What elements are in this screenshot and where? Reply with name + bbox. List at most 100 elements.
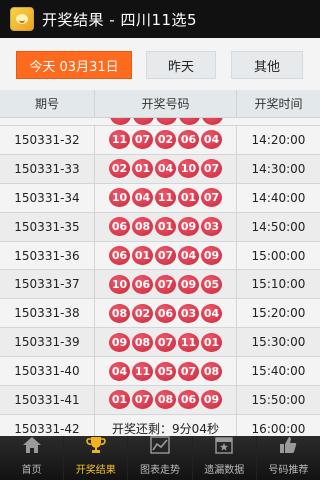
numbers-cell: 10 06 07 09 05 [95, 270, 237, 299]
lottery-ball: 02 [155, 130, 176, 150]
lottery-ball: 11 [132, 361, 153, 381]
time-cell: 15:40:00 [251, 364, 306, 379]
lottery-ball: 04 [178, 246, 199, 265]
time-cell: 15:30:00 [251, 335, 306, 350]
issue-cell: 150331-41 [0, 386, 95, 414]
table-row[interactable]: 150331-32 11 07 02 06 04 14:20:00 [0, 126, 320, 155]
lottery-ball: 01 [201, 332, 222, 352]
countdown-text: 开奖还剩：9分04秒 [95, 414, 237, 436]
table-row[interactable]: 150331-41 01 07 08 06 09 15:50:00 [0, 386, 320, 415]
lottery-ball: 04 [201, 130, 222, 150]
time-cell: 14:50:00 [251, 219, 306, 234]
lottery-ball: 02 [132, 303, 153, 323]
table-row[interactable]: 150331-34 10 04 11 01 07 14:40:00 [0, 183, 320, 213]
lottery-ball: 06 [178, 390, 199, 410]
lottery-ball: 01 [109, 390, 130, 410]
numbers-cell: 10 04 11 01 07 [95, 183, 237, 212]
lottery-ball: 02 [109, 159, 130, 179]
nav-label: 开奖结果 [75, 465, 116, 476]
time-cell: 14:30:00 [251, 161, 306, 176]
table-header: 期号 开奖号码 开奖时间 [0, 90, 320, 118]
issue-cell: 150331-38 [0, 299, 95, 328]
ball-remnant [201, 118, 223, 125]
lottery-ball: 08 [201, 361, 222, 381]
nav-item-home[interactable]: 首页 [0, 435, 65, 480]
time-cell: 15:10:00 [251, 277, 306, 292]
lottery-ball: 08 [132, 217, 153, 237]
lottery-ball: 07 [201, 159, 222, 179]
nav-item-thumbs-up[interactable]: 号码推荐 [257, 436, 320, 480]
issue-cell: 150331-34 [0, 183, 95, 212]
nav-item-chart[interactable]: 图表走势 [128, 435, 193, 480]
thumbs-up-icon [277, 435, 299, 461]
lottery-ball: 09 [201, 246, 222, 265]
time-cell: 14:40:00 [251, 190, 306, 205]
today-button[interactable]: 今天 03月31日 [16, 51, 132, 79]
header-numbers: 开奖号码 [95, 90, 237, 117]
nav-item-calendar[interactable]: 遗漏数据 [193, 436, 257, 480]
numbers-cell: 01 07 08 06 09 [95, 386, 237, 414]
lottery-ball: 10 [109, 188, 130, 208]
lottery-ball: 01 [132, 159, 153, 179]
issue-cell: 150331-32 [0, 126, 95, 154]
lottery-ball: 11 [178, 332, 199, 352]
lottery-ball: 09 [109, 332, 130, 352]
table-row[interactable]: 150331-39 09 08 07 11 01 15:30:00 [0, 328, 320, 358]
results-list[interactable]: 150331-32 11 07 02 06 04 14:20:00 150331-33 02 01… [0, 118, 320, 436]
lottery-ball: 04 [201, 303, 222, 323]
numbers-cell: 11 07 02 06 04 [95, 126, 237, 154]
other-date-button[interactable]: 其他 [231, 51, 303, 79]
numbers-cell: 09 08 07 11 01 [95, 328, 237, 357]
lottery-ball: 10 [109, 274, 130, 294]
table-row[interactable]: 150331-33 02 01 04 10 07 14:30:00 [0, 154, 320, 184]
app-root: 开奖结果 - 四川11选5 今天 03月31日 昨天 其他 期号 开奖号码 开奖… [0, 0, 320, 480]
numbers-cell: 02 01 04 10 07 [95, 154, 237, 183]
yesterday-button[interactable]: 昨天 [146, 51, 216, 79]
chart-icon [149, 435, 171, 461]
lottery-ball: 07 [132, 390, 153, 410]
lottery-ball: 03 [178, 303, 199, 323]
table-row[interactable]: 150331-36 06 01 07 04 09 15:00:00 [0, 241, 320, 271]
lottery-ball: 03 [201, 217, 222, 237]
table-row[interactable]: 150331-38 08 02 06 03 04 15:20:00 [0, 299, 320, 329]
lottery-ball: 09 [178, 217, 199, 237]
bottom-nav: 首页 开奖结果 图表走势 遗漏数据 号码推荐 [0, 436, 320, 480]
nav-item-trophy[interactable]: 开奖结果 [64, 435, 129, 480]
lottery-ball: 01 [178, 188, 199, 208]
lottery-ball: 08 [109, 303, 130, 323]
time-cell: 16:00:00 [251, 421, 306, 436]
table-row[interactable]: 150331-37 10 06 07 09 05 15:10:00 [0, 270, 320, 300]
nav-label: 号码推荐 [268, 465, 309, 476]
numbers-cell: 04 11 05 07 08 [95, 357, 237, 386]
pending-row[interactable]: 150331-42 开奖还剩：9分04秒 16:00:00 [0, 414, 320, 436]
trophy-icon [85, 435, 107, 461]
lottery-ball: 01 [155, 217, 176, 237]
home-icon [21, 435, 43, 461]
app-logo-icon [10, 7, 34, 31]
time-cell: 14:20:00 [251, 132, 306, 147]
issue-cell: 150331-39 [0, 328, 95, 357]
lottery-ball: 07 [201, 188, 222, 208]
title-bar: 开奖结果 - 四川11选5 [0, 0, 320, 38]
lottery-ball: 10 [178, 159, 199, 179]
table-row[interactable]: 150331-35 06 08 01 09 03 14:50:00 [0, 212, 320, 242]
ball-remnant [109, 118, 131, 125]
ball-remnant [178, 118, 200, 125]
numbers-cell: 08 02 06 03 04 [95, 299, 237, 328]
numbers-cell: 06 01 07 04 09 [95, 241, 237, 270]
lottery-ball: 09 [178, 274, 199, 294]
calendar-icon [213, 435, 235, 461]
ball-remnant [132, 118, 154, 125]
lottery-ball: 07 [132, 130, 153, 150]
lottery-ball: 04 [109, 361, 130, 381]
lottery-ball: 08 [155, 390, 176, 410]
lottery-ball: 05 [155, 361, 176, 381]
lottery-ball: 06 [155, 303, 176, 323]
time-cell: 15:00:00 [251, 248, 306, 263]
result-rows: 150331-32 11 07 02 06 04 14:20:00 150331-33 02 01… [0, 126, 320, 436]
issue-cell: 150331-33 [0, 154, 95, 183]
nav-label: 图表走势 [140, 465, 180, 476]
table-row[interactable]: 150331-40 04 11 05 07 08 15:40:00 [0, 357, 320, 387]
lottery-ball: 04 [132, 188, 153, 208]
scrolled-row-remnant [0, 118, 320, 126]
